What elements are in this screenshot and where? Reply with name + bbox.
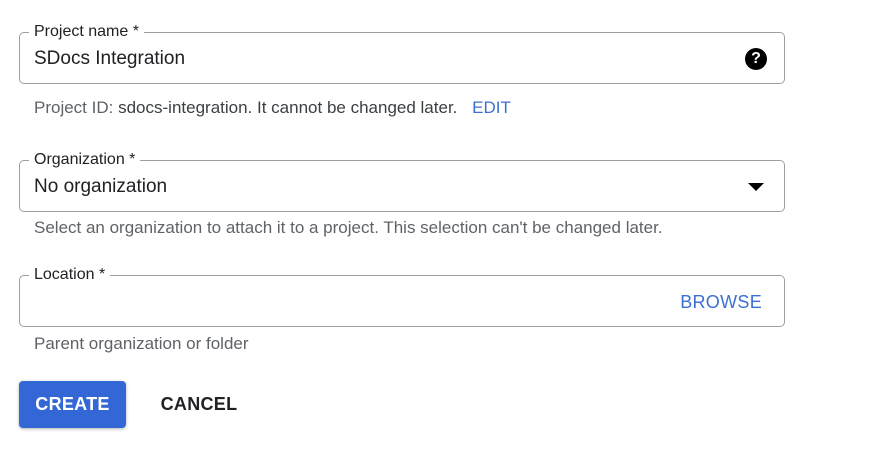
project-id-line: Project ID: sdocs-integration. It cannot… (34, 98, 511, 118)
project-name-label: Project name * (29, 22, 144, 42)
project-id-prefix: Project ID: (34, 98, 114, 117)
create-button[interactable]: CREATE (19, 381, 126, 428)
organization-hint: Select an organization to attach it to a… (34, 218, 663, 237)
help-circle-icon[interactable]: ? (745, 48, 767, 70)
edit-project-id-link[interactable]: EDIT (472, 98, 511, 117)
project-name-field[interactable]: Project name * SDocs Integration ? (19, 22, 785, 84)
location-hint: Parent organization or folder (34, 334, 249, 353)
cancel-button[interactable]: CANCEL (148, 381, 250, 428)
organization-label: Organization * (29, 150, 141, 170)
location-field[interactable]: Location * BROWSE (19, 265, 785, 327)
browse-button[interactable]: BROWSE (680, 291, 762, 313)
location-label: Location * (29, 265, 111, 285)
organization-value: No organization (34, 176, 168, 197)
project-name-input[interactable]: SDocs Integration (34, 48, 185, 70)
arrow-drop-down-icon[interactable] (748, 183, 764, 191)
project-id-suffix: It cannot be changed later. (257, 98, 458, 117)
project-id-value: sdocs-integration. (118, 98, 253, 117)
organization-select[interactable]: Organization * No organization (19, 150, 785, 212)
